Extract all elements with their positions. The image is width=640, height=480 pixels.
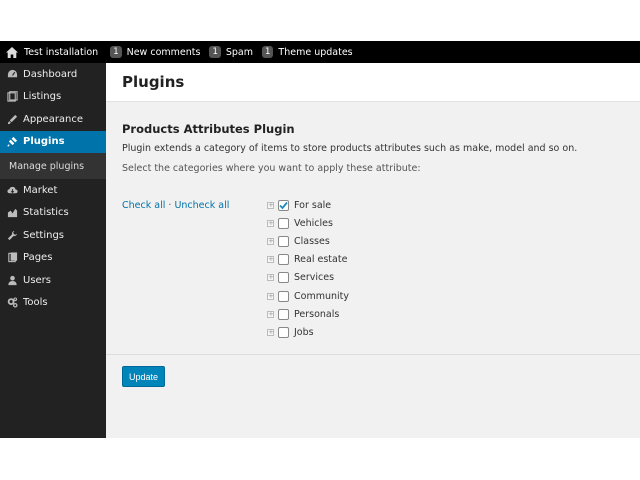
spam-link[interactable]: 1 Spam bbox=[209, 46, 253, 58]
category-row-classes: + Classes bbox=[267, 232, 349, 250]
sidebar-item-label: Plugins bbox=[23, 136, 65, 148]
new-comments-count-badge: 1 bbox=[110, 46, 122, 58]
category-row-personals: + Personals bbox=[267, 305, 349, 323]
category-checkbox[interactable] bbox=[278, 326, 289, 338]
sidebar-item-label: Users bbox=[23, 274, 52, 286]
category-row-jobs: + Jobs bbox=[267, 323, 349, 341]
category-row-services: + Services bbox=[267, 269, 349, 287]
sidebar-item-statistics[interactable]: Statistics bbox=[0, 202, 106, 225]
tools-icon bbox=[6, 297, 18, 309]
appearance-icon bbox=[6, 113, 18, 125]
spam-label: Spam bbox=[225, 46, 253, 58]
expand-icon[interactable]: + bbox=[267, 256, 274, 264]
sidebar-item-label: Settings bbox=[23, 229, 65, 241]
admin-top-bar: Test installation 1 New comments 1 Spam … bbox=[0, 41, 640, 63]
expand-icon[interactable]: + bbox=[267, 201, 274, 209]
statistics-icon bbox=[6, 207, 18, 219]
sidebar-item-label: Dashboard bbox=[23, 68, 78, 80]
category-label: Classes bbox=[294, 235, 330, 247]
form-divider bbox=[106, 354, 640, 355]
expand-icon[interactable]: + bbox=[267, 292, 274, 300]
sidebar-item-listings[interactable]: Listings bbox=[0, 86, 106, 109]
category-list: + For sale + Vehicles + Classes + Real e… bbox=[267, 196, 349, 342]
settings-icon bbox=[6, 229, 18, 241]
expand-icon[interactable]: + bbox=[267, 219, 274, 227]
checkmark-icon bbox=[279, 201, 288, 209]
plugin-description: Plugin extends a category of items to st… bbox=[122, 143, 578, 154]
category-label: Jobs bbox=[294, 326, 314, 338]
sidebar-item-label: Tools bbox=[23, 297, 48, 309]
sidebar-item-pages[interactable]: Pages bbox=[0, 247, 106, 270]
theme-updates-count-badge: 1 bbox=[262, 46, 274, 58]
sidebar-item-label: Market bbox=[23, 184, 58, 196]
expand-icon[interactable]: + bbox=[267, 310, 274, 318]
theme-updates-label: Theme updates bbox=[278, 46, 353, 58]
sidebar-item-settings[interactable]: Settings bbox=[0, 224, 106, 247]
category-label: Community bbox=[294, 290, 349, 302]
expand-icon[interactable]: + bbox=[267, 328, 274, 336]
expand-icon[interactable]: + bbox=[267, 274, 274, 282]
category-checkbox[interactable] bbox=[278, 199, 289, 211]
sidebar-item-label: Pages bbox=[23, 252, 53, 264]
update-button[interactable]: Update bbox=[122, 366, 165, 387]
home-icon bbox=[6, 46, 18, 58]
new-comments-link[interactable]: 1 New comments bbox=[110, 46, 200, 58]
sidebar-item-plugins[interactable]: Plugins bbox=[0, 130, 106, 153]
plugin-title: Products Attributes Plugin bbox=[122, 122, 295, 136]
admin-sidebar: Dashboard Listings Appearance Plugins Ma… bbox=[0, 63, 106, 438]
sidebar-item-market[interactable]: Market bbox=[0, 179, 106, 202]
page-header: Plugins bbox=[106, 63, 640, 102]
category-checkbox[interactable] bbox=[278, 254, 289, 266]
category-checkbox[interactable] bbox=[278, 272, 289, 284]
submenu-manage-plugins[interactable]: Manage plugins bbox=[0, 153, 106, 179]
category-label: For sale bbox=[294, 199, 332, 211]
sidebar-item-label: Statistics bbox=[23, 207, 69, 219]
sidebar-item-label: Appearance bbox=[23, 113, 84, 125]
sidebar-item-tools[interactable]: Tools bbox=[0, 292, 106, 315]
theme-updates-link[interactable]: 1 Theme updates bbox=[262, 46, 353, 58]
users-icon bbox=[6, 274, 18, 286]
category-checkbox[interactable] bbox=[278, 290, 289, 302]
sidebar-item-users[interactable]: Users bbox=[0, 269, 106, 292]
category-label: Personals bbox=[294, 308, 340, 320]
category-label: Services bbox=[294, 272, 335, 284]
market-icon bbox=[6, 184, 18, 196]
category-checkbox[interactable] bbox=[278, 217, 289, 229]
sidebar-item-appearance[interactable]: Appearance bbox=[0, 108, 106, 131]
category-selector: Check all · Uncheck all + For sale + Veh… bbox=[122, 196, 640, 346]
category-checkbox[interactable] bbox=[278, 235, 289, 247]
uncheck-all-link[interactable]: Uncheck all bbox=[174, 200, 229, 211]
dashboard-icon bbox=[6, 68, 18, 80]
expand-icon[interactable]: + bbox=[267, 237, 274, 245]
category-row-for-sale: + For sale bbox=[267, 196, 349, 214]
sidebar-item-dashboard[interactable]: Dashboard bbox=[0, 63, 106, 86]
category-instruction: Select the categories where you want to … bbox=[122, 163, 421, 174]
check-links: Check all · Uncheck all bbox=[122, 200, 229, 211]
submenu-label: Manage plugins bbox=[9, 160, 85, 172]
site-home-link[interactable]: Test installation bbox=[0, 46, 99, 58]
category-row-vehicles: + Vehicles bbox=[267, 214, 349, 232]
link-separator: · bbox=[168, 200, 172, 211]
page-title: Plugins bbox=[122, 73, 185, 91]
category-row-community: + Community bbox=[267, 287, 349, 305]
main-content: Plugins Products Attributes Plugin Plugi… bbox=[106, 63, 640, 438]
category-row-real-estate: + Real estate bbox=[267, 251, 349, 269]
spam-count-badge: 1 bbox=[209, 46, 221, 58]
listings-icon bbox=[6, 91, 18, 103]
check-all-link[interactable]: Check all bbox=[122, 200, 165, 211]
plugins-icon bbox=[6, 136, 18, 148]
category-checkbox[interactable] bbox=[278, 308, 289, 320]
category-label: Real estate bbox=[294, 254, 348, 266]
sidebar-item-label: Listings bbox=[23, 91, 62, 103]
pages-icon bbox=[6, 252, 18, 264]
site-name: Test installation bbox=[24, 46, 99, 58]
new-comments-label: New comments bbox=[126, 46, 201, 58]
plugin-settings-panel: Products Attributes Plugin Plugin extend… bbox=[106, 122, 640, 346]
category-label: Vehicles bbox=[294, 217, 333, 229]
